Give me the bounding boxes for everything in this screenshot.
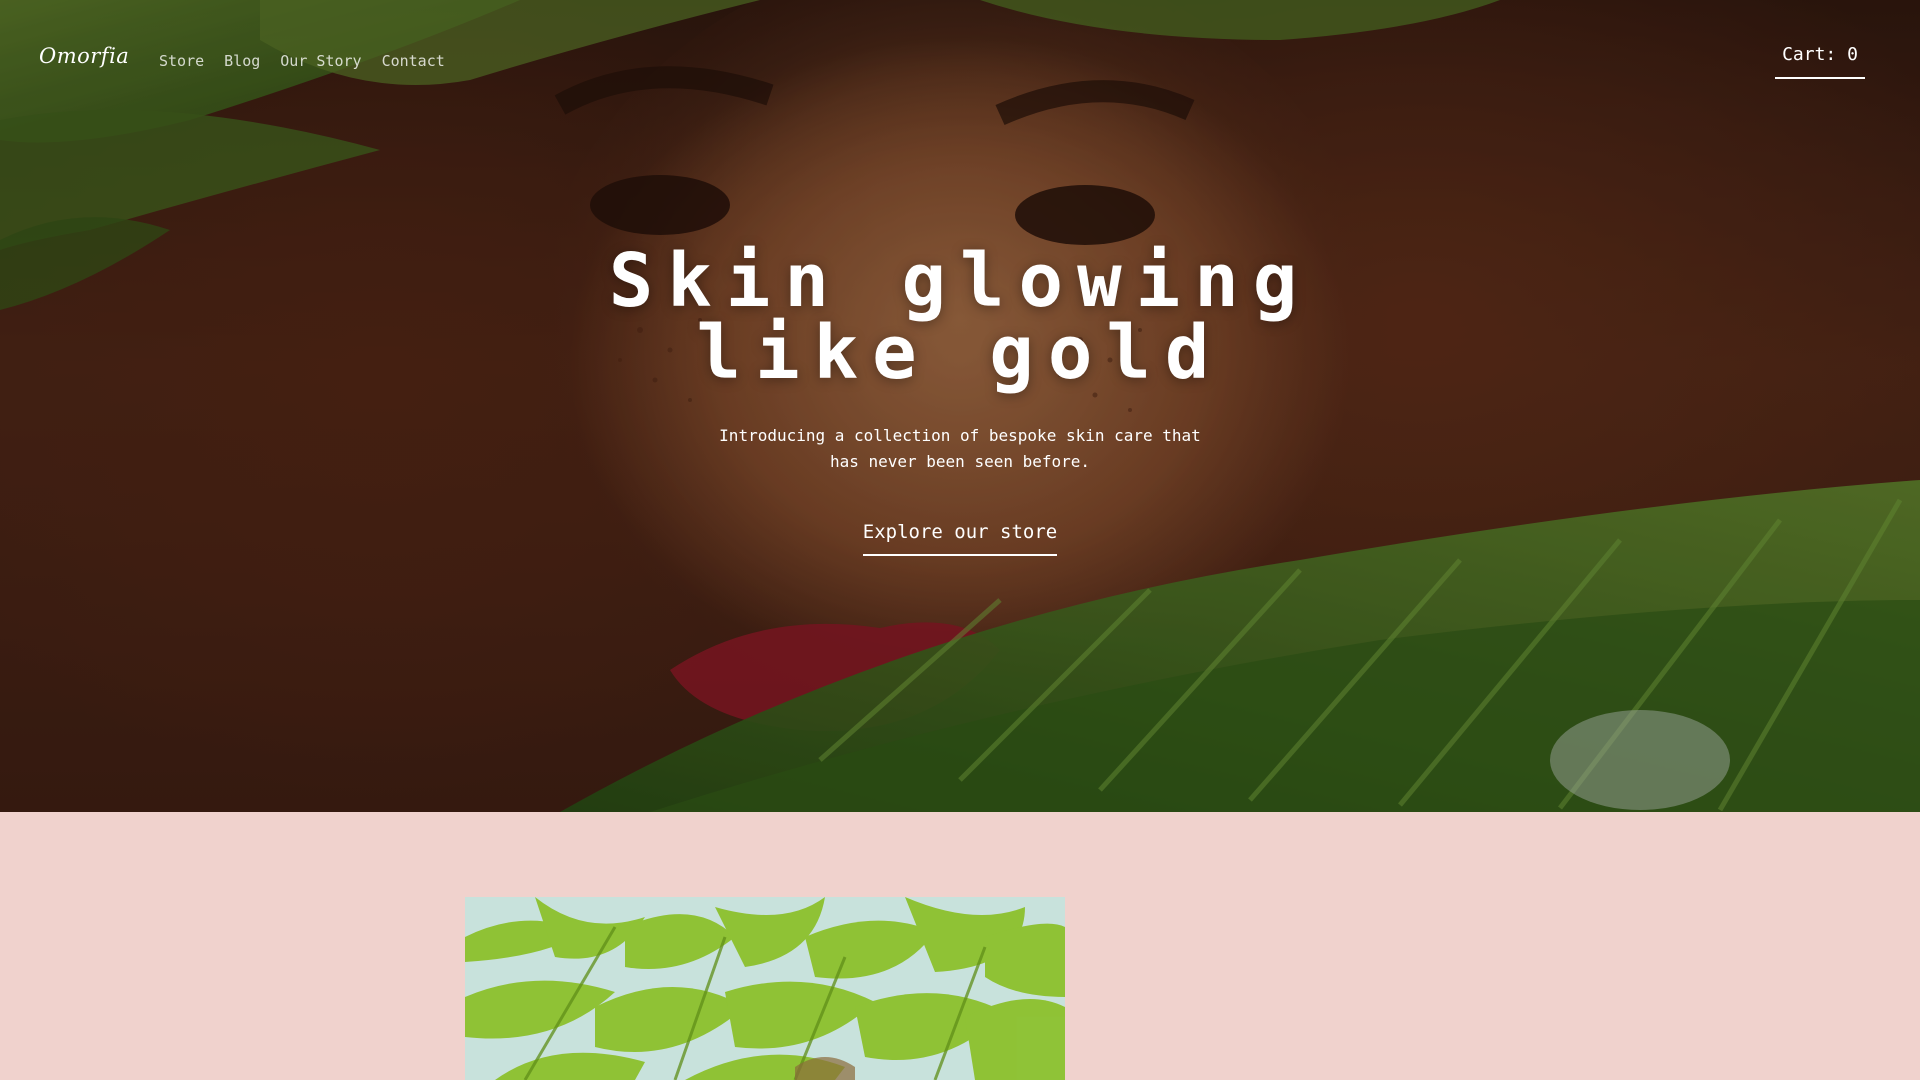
left-eye [590, 175, 730, 235]
nav-link-our-story[interactable]: Our Story [280, 52, 361, 70]
top-navigation: Omorfia Store Blog Our Story Contact Car… [0, 0, 1920, 120]
brand-logo[interactable]: Omorfia [39, 44, 129, 68]
hero-subtitle: Introducing a collection of bespoke skin… [719, 426, 1201, 471]
hero-content: Skin glowing like gold Introducing a col… [460, 244, 1460, 556]
nav-link-store[interactable]: Store [159, 52, 204, 70]
cart-button[interactable]: Cart: 0 [1775, 41, 1865, 79]
hero-title-line-2: like gold [696, 310, 1224, 396]
nav-link-contact[interactable]: Contact [382, 52, 445, 70]
lips [670, 622, 1000, 731]
featured-bamboo-image [465, 897, 1065, 1080]
hero-title: Skin glowing like gold [460, 244, 1460, 390]
nav-link-blog[interactable]: Blog [224, 52, 260, 70]
explore-store-button[interactable]: Explore our store [862, 521, 1058, 556]
nav-links: Store Blog Our Story Contact [159, 52, 445, 70]
right-eye [1015, 185, 1155, 245]
featured-section [0, 812, 1920, 1080]
bamboo-photo [465, 897, 1065, 1080]
page: Omorfia Store Blog Our Story Contact Car… [0, 0, 1920, 1080]
hero-section: Omorfia Store Blog Our Story Contact Car… [0, 0, 1920, 812]
